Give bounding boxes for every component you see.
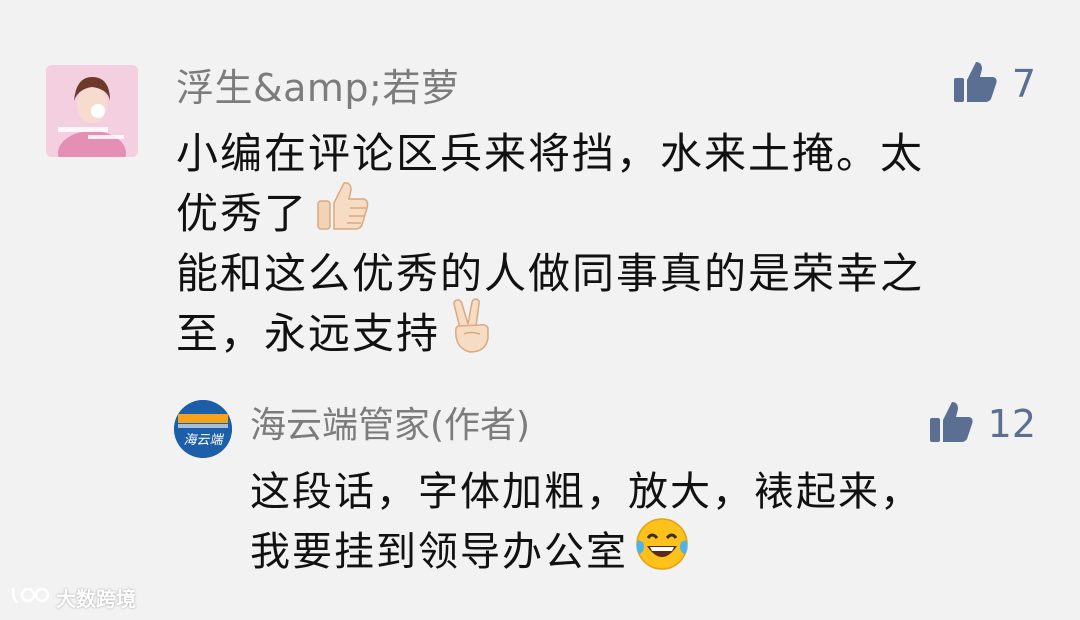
reply-line: 这段话，字体加粗，放大，裱起来， <box>250 469 922 515</box>
brand-logo-icon <box>10 584 50 611</box>
author-name[interactable]: 海云端管家(作者) <box>250 402 530 450</box>
comment-line-with-emoji: 至，永远支持 <box>176 298 1016 364</box>
comment-line: 优秀了 <box>176 189 309 238</box>
commenter-name[interactable]: 浮生&amp;若萝 <box>176 64 459 112</box>
watermark-text: 大数跨境 <box>56 587 136 611</box>
author-avatar[interactable]: 海云端 <box>174 400 232 458</box>
comment-line: 能和这么优秀的人做同事真的是荣幸之 <box>176 249 925 298</box>
comment-like-count: 7 <box>1011 62 1036 106</box>
comment-line: 至，永远支持 <box>176 309 441 358</box>
comment-text: 小编在评论区兵来将挡，水来土掩。太 优秀了 能和这么优秀的人做同事真的是荣幸之 … <box>176 124 1016 364</box>
comment-line-with-emoji: 优秀了 <box>176 182 1016 244</box>
thumbs-up-emoji <box>314 179 370 249</box>
svg-text:海云端: 海云端 <box>183 433 224 448</box>
thumbs-up-icon[interactable] <box>928 400 974 448</box>
thumbs-up-icon[interactable] <box>952 60 998 108</box>
watermark: 大数跨境 <box>10 583 136 612</box>
reply-line-with-emoji: 我要挂到领导办公室 <box>250 517 1020 582</box>
reply-like-count: 12 <box>987 402 1036 446</box>
reply-text: 这段话，字体加粗，放大，裱起来， 我要挂到领导办公室 <box>250 462 1020 582</box>
tears-of-joy-emoji <box>634 516 690 589</box>
commenter-avatar[interactable] <box>46 65 138 157</box>
reply-line: 我要挂到领导办公室 <box>250 529 628 575</box>
reply-like[interactable]: 12 <box>928 400 1036 448</box>
comment-line: 小编在评论区兵来将挡，水来土掩。太 <box>176 129 925 178</box>
victory-hand-emoji <box>446 298 494 370</box>
comment-like[interactable]: 7 <box>952 60 1036 108</box>
